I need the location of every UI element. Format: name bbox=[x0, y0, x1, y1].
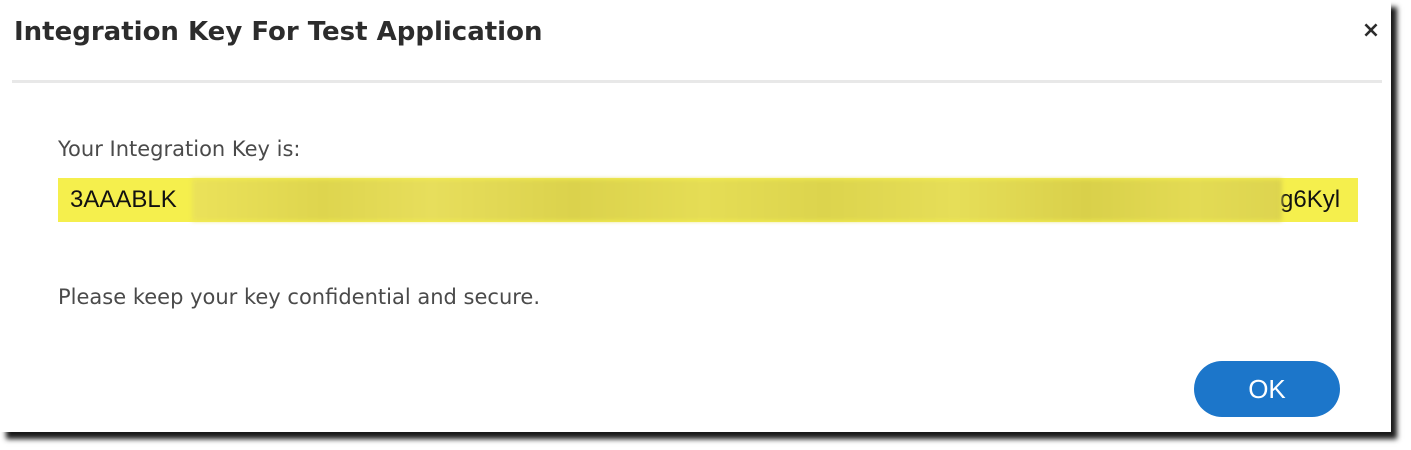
integration-key-dialog: Integration Key For Test Application × Y… bbox=[0, 0, 1391, 432]
integration-key-field[interactable]: 3AAABLK g6Kyl bbox=[58, 178, 1358, 222]
key-visible-end: g6Kyl bbox=[1280, 186, 1341, 213]
confidentiality-notice: Please keep your key confidential and se… bbox=[58, 285, 541, 309]
ok-button[interactable]: OK bbox=[1194, 361, 1340, 417]
key-redaction-blur bbox=[192, 179, 1282, 221]
key-label: Your Integration Key is: bbox=[58, 137, 301, 161]
dialog-title: Integration Key For Test Application bbox=[14, 17, 543, 47]
close-icon[interactable]: × bbox=[1360, 18, 1382, 44]
dialog-header: Integration Key For Test Application bbox=[12, 0, 1382, 83]
key-visible-start: 3AAABLK bbox=[70, 186, 177, 213]
